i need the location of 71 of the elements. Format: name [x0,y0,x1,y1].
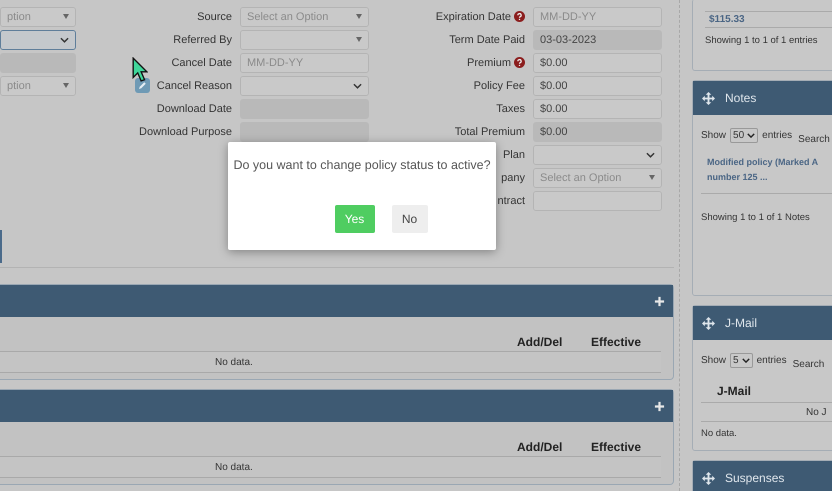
field-label: ntract [497,194,525,206]
field-label: Policy Fee [474,80,525,92]
select-field[interactable] [240,76,369,96]
search-label: Search [798,134,830,144]
empty-message: No data. [215,462,253,472]
cancel-button[interactable]: No [392,205,428,233]
input-field[interactable]: $0.00 [533,76,662,96]
input-field[interactable]: $0.00 [533,98,662,118]
entries-info: Showing 1 to 1 of 1 entries [705,35,818,46]
field-label: Cancel Reason [156,80,232,92]
field-label: Download Purpose [139,126,232,138]
chevron-icon [60,36,69,42]
show-label: Show [701,354,726,366]
chevron-icon [742,358,750,362]
show-label: Show [701,130,726,140]
help-icon[interactable] [514,57,525,68]
field-label: pany [501,172,525,184]
column-header: Add/Del [517,440,564,454]
move-icon[interactable] [702,316,715,330]
empty-message: No data. [215,356,253,368]
page-size-select[interactable]: 50 [730,128,758,142]
search-label: Search [792,358,824,370]
card-title: Notes [725,91,756,105]
note-link[interactable]: Modified policy (Marked A number 125 ... [701,145,832,194]
dropdown-arrow-icon [356,14,362,19]
card-title: Suspenses [725,471,784,485]
field-label: Plan [502,148,525,160]
field-label: Taxes [496,102,525,114]
plus-icon[interactable] [654,400,665,412]
column-header: J-Mail [717,384,752,398]
page-size-select[interactable]: 5 [730,352,753,368]
dropdown-arrow-icon [63,83,69,88]
column-header: Effective [591,335,642,349]
field-label: Premium [466,56,511,68]
cursor-icon [132,57,148,82]
dropdown-arrow-icon [649,175,655,180]
amount-value: $115.33 [705,11,832,28]
select-field[interactable] [240,30,369,50]
move-icon[interactable] [702,92,715,104]
input-field[interactable]: MM-DD-YY [533,6,662,26]
field-label: Total Premium [454,126,525,138]
column-header: Add/Del [517,335,564,349]
field-label: Expiration Date [436,10,511,22]
chevron-icon [747,132,756,138]
entries-label: entries [762,130,792,140]
chevron-icon [353,82,362,88]
plus-icon[interactable] [654,296,665,306]
table-cell: No J [806,407,827,418]
field-label: Source [197,10,232,22]
field-label: Download Date [156,102,232,114]
dropdown-arrow-icon [356,37,362,42]
field-label: Cancel Date [171,56,232,68]
pencil-icon[interactable] [134,78,150,93]
move-icon[interactable] [702,472,715,484]
entries-info: Showing 1 to 1 of 1 Notes [701,212,811,223]
select-field[interactable] [533,144,662,164]
dialog-message: Do you want to change policy status to active? [232,158,492,172]
chevron-icon [646,152,655,158]
help-icon[interactable] [514,11,525,22]
input-field[interactable]: $0.00 [533,52,662,72]
input-field: 03-03-2023 [533,30,662,50]
select-field[interactable] [0,30,76,50]
card-title: J-Mail [725,316,757,330]
column-header: Effective [591,440,642,454]
dropdown-arrow-icon [63,14,69,19]
entries-label: entries [756,354,787,366]
input-field[interactable]: MM-DD-YY [240,52,369,72]
empty-message: No data. [701,428,737,439]
field-label: Referred By [173,34,232,46]
input-field: $0.00 [533,122,662,142]
field-label: Term Date Paid [449,34,525,46]
